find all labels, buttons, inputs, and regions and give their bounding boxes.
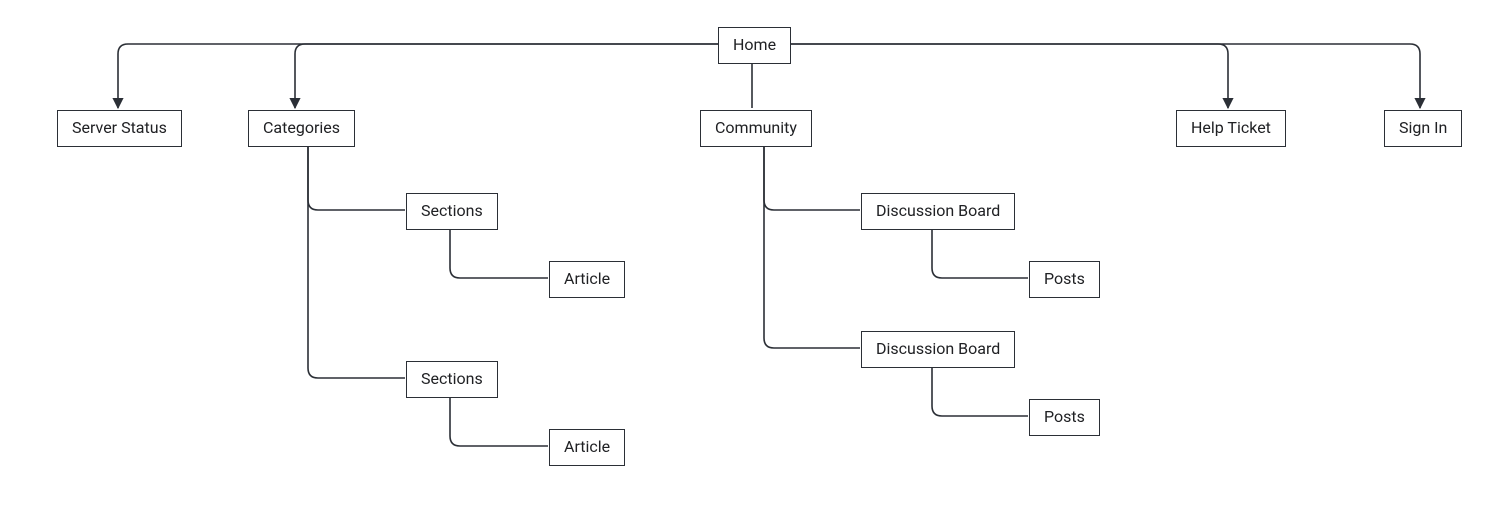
- edge-categories-sections-1: [308, 144, 405, 210]
- node-article-1: Article: [549, 261, 625, 298]
- node-discussion-board-2: Discussion Board: [861, 331, 1015, 368]
- edge-community-discussion-2: [764, 144, 860, 348]
- edge-home-sign-in: [787, 44, 1420, 108]
- edge-home-server-status: [118, 44, 718, 108]
- edge-home-categories: [295, 44, 718, 108]
- node-article-2: Article: [549, 429, 625, 466]
- edge-discussion1-posts1: [932, 228, 1028, 278]
- sitemap-diagram: Home Server Status Categories Community …: [0, 0, 1500, 523]
- node-help-ticket: Help Ticket: [1176, 110, 1286, 147]
- node-community: Community: [700, 110, 812, 147]
- edge-home-help-ticket: [787, 44, 1228, 108]
- edge-categories-sections-2: [308, 144, 405, 378]
- node-sections-2: Sections: [406, 361, 498, 398]
- node-home: Home: [718, 27, 791, 64]
- node-posts-2: Posts: [1029, 399, 1100, 436]
- node-categories: Categories: [248, 110, 355, 147]
- node-server-status: Server Status: [57, 110, 182, 147]
- edge-discussion2-posts2: [932, 366, 1028, 416]
- node-discussion-board-1: Discussion Board: [861, 193, 1015, 230]
- connector-layer: [0, 0, 1500, 523]
- node-sections-1: Sections: [406, 193, 498, 230]
- edge-sections1-article1: [450, 228, 548, 278]
- edge-sections2-article2: [450, 396, 548, 446]
- node-sign-in: Sign In: [1384, 110, 1462, 147]
- edge-community-discussion-1: [764, 144, 860, 210]
- node-posts-1: Posts: [1029, 261, 1100, 298]
